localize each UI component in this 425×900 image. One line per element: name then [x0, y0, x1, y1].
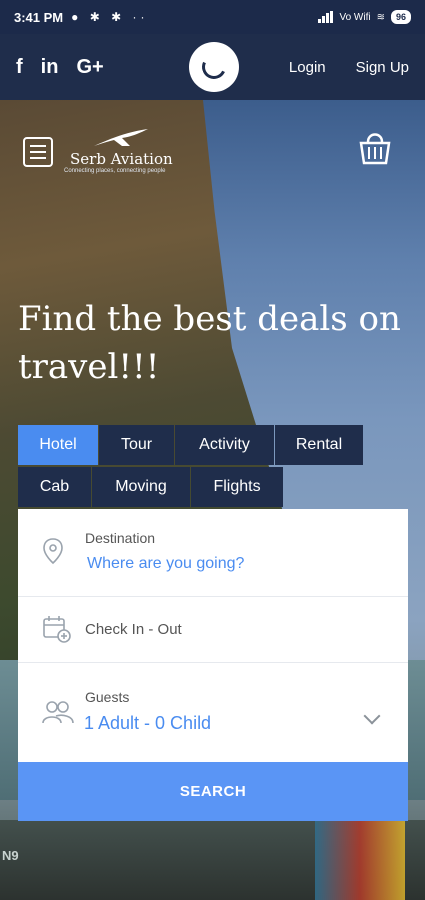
tab-moving[interactable]: Moving — [92, 467, 190, 507]
signup-link[interactable]: Sign Up — [356, 59, 409, 76]
guests-label: Guests — [85, 689, 130, 705]
social-links: f in G+ — [16, 56, 104, 79]
login-link[interactable]: Login — [289, 59, 326, 76]
checkin-checkout-label: Check In - Out — [85, 621, 182, 638]
menu-line — [30, 145, 46, 147]
basket-icon[interactable] — [358, 130, 392, 166]
chevron-down-icon[interactable] — [363, 707, 381, 725]
facebook-icon[interactable]: f — [16, 56, 23, 79]
search-button[interactable]: SEARCH — [18, 762, 408, 821]
boat-number: N9 — [2, 848, 19, 863]
wifi-icon: ≋ — [376, 11, 385, 23]
date-field[interactable]: Check In - Out — [18, 597, 408, 663]
calendar-add-icon — [43, 616, 71, 643]
linkedin-icon[interactable]: in — [41, 56, 59, 79]
hamburger-menu-button[interactable] — [23, 137, 53, 167]
menu-line — [30, 151, 46, 153]
status-time: 3:41 PM — [14, 9, 64, 25]
guests-icon — [42, 701, 74, 724]
battery-icon: 96 — [390, 10, 411, 24]
tab-rental[interactable]: Rental — [275, 425, 363, 465]
status-bar: 3:41 PM ● ✱ ✱ ·· Vo Wifi ≋ 96 — [0, 0, 425, 34]
hero-section: N9 Serb Aviation Connecting places, conn… — [0, 100, 425, 900]
tab-tour[interactable]: Tour — [99, 425, 174, 465]
brand-tagline: Connecting places, connecting people — [64, 168, 166, 174]
destination-field[interactable]: Destination Where are you going? — [18, 509, 408, 597]
notification-icons: ● ✱ ✱ ·· — [71, 10, 149, 24]
guests-value[interactable]: 1 Adult - 0 Child — [84, 713, 211, 734]
vowifi-label: Vo Wifi — [339, 11, 371, 23]
guests-field[interactable]: Guests 1 Adult - 0 Child — [18, 663, 408, 762]
hero-headline: Find the best deals on travel!!! — [18, 299, 401, 387]
hero-background-people — [315, 820, 405, 900]
brand-name: Serb Aviation — [70, 150, 173, 168]
destination-input[interactable]: Where are you going? — [87, 555, 244, 573]
top-navbar: f in G+ Login Sign Up — [0, 34, 425, 100]
loading-spinner — [189, 42, 239, 92]
signal-icon — [318, 11, 334, 23]
tab-hotel[interactable]: Hotel — [18, 425, 98, 465]
spinner-icon — [198, 51, 230, 83]
destination-label: Destination — [85, 530, 156, 546]
plane-logo-icon — [94, 129, 148, 146]
menu-line — [30, 157, 46, 159]
search-form: Destination Where are you going? Check I… — [18, 509, 408, 762]
tab-flights[interactable]: Flights — [191, 467, 283, 507]
location-pin-icon — [43, 538, 63, 565]
tab-activity[interactable]: Activity — [175, 425, 274, 465]
google-plus-icon[interactable]: G+ — [76, 56, 103, 79]
tab-cab[interactable]: Cab — [18, 467, 91, 507]
